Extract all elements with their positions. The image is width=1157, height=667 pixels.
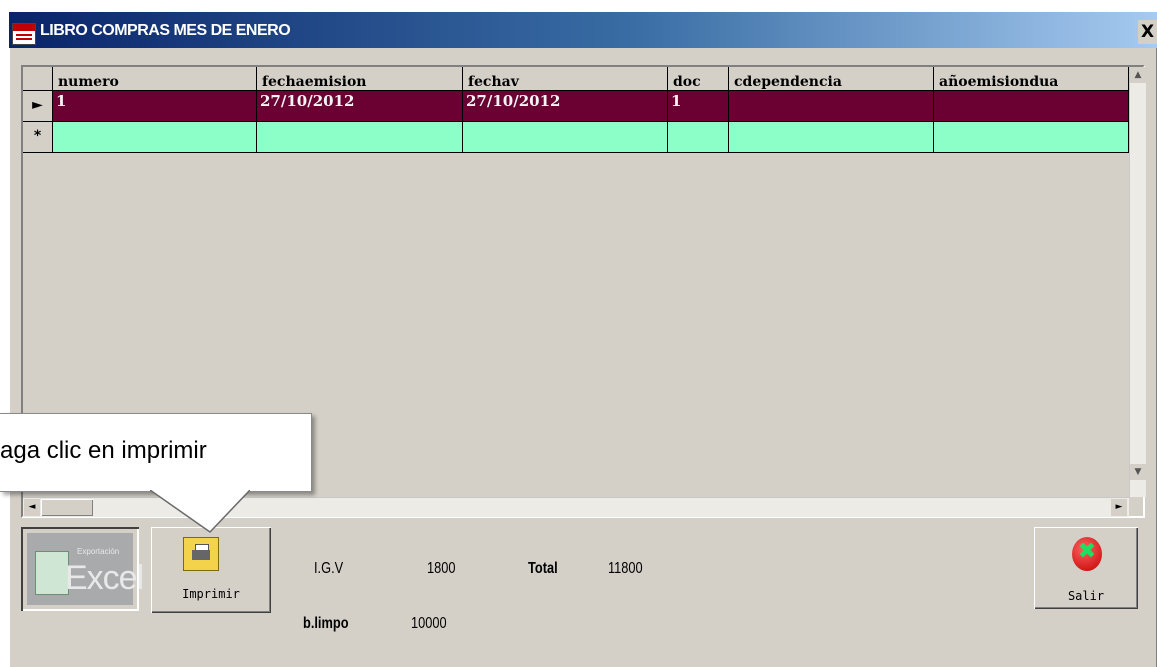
column-header-cdependencia[interactable]: cdependencia <box>729 67 934 91</box>
callout-pointer <box>150 490 250 533</box>
excel-icon: Exportación Excel <box>27 533 144 605</box>
print-button[interactable]: Imprimir <box>151 527 271 613</box>
excel-button-small-text: Exportación <box>77 547 120 556</box>
cell-doc[interactable]: 1 <box>668 91 729 122</box>
cell-fechav[interactable]: 27/10/2012 <box>463 91 668 122</box>
new-row[interactable]: * <box>23 122 1129 153</box>
printer-icon <box>183 537 219 571</box>
current-row-indicator[interactable]: ► <box>23 91 53 122</box>
new-cell[interactable] <box>257 122 463 153</box>
export-excel-button[interactable]: Exportación Excel <box>21 527 144 611</box>
column-header-anoemisiondua[interactable]: añoemisiondua <box>934 67 1129 91</box>
spreadsheet-icon <box>35 551 69 595</box>
close-button[interactable]: X <box>1138 20 1157 44</box>
new-cell[interactable] <box>934 122 1129 153</box>
bimpo-value: 10000 <box>411 615 447 632</box>
title-bar[interactable]: LIBRO COMPRAS MES DE ENERO X <box>9 12 1157 48</box>
exit-button[interactable]: ✖ Salir <box>1034 527 1138 609</box>
scroll-up-icon[interactable]: ▲ <box>1130 67 1146 83</box>
scroll-down-icon[interactable]: ▼ <box>1130 464 1146 480</box>
igv-value: 1800 <box>427 560 456 577</box>
scroll-left-icon[interactable]: ◄ <box>24 499 40 516</box>
exit-icon: ✖ <box>1072 537 1102 571</box>
cell-fechaemision[interactable]: 27/10/2012 <box>257 91 463 122</box>
window-title: LIBRO COMPRAS MES DE ENERO <box>40 22 291 39</box>
new-row-indicator[interactable]: * <box>23 122 53 153</box>
column-header-fechav[interactable]: fechav <box>463 67 668 91</box>
total-value: 11800 <box>608 560 643 577</box>
cell-numero[interactable]: 1 <box>53 91 257 122</box>
print-button-label: Imprimir <box>182 587 240 601</box>
header-indicator-cell <box>23 67 53 91</box>
grid-header: numero fechaemision fechav doc cdependen… <box>23 67 1129 91</box>
new-cell[interactable] <box>729 122 934 153</box>
table-row[interactable]: ► 1 27/10/2012 27/10/2012 1 <box>23 91 1129 122</box>
bimpo-label: b.limpo <box>303 615 349 632</box>
excel-button-label: Excel <box>65 559 144 597</box>
new-cell[interactable] <box>463 122 668 153</box>
callout-text: aga clic en imprimir <box>0 437 207 464</box>
horizontal-scroll-thumb[interactable] <box>41 499 93 516</box>
cell-anoemisiondua[interactable] <box>934 91 1129 122</box>
igv-label: I.G.V <box>314 560 344 577</box>
column-header-numero[interactable]: numero <box>53 67 257 91</box>
column-header-doc[interactable]: doc <box>668 67 729 91</box>
new-cell[interactable] <box>53 122 257 153</box>
cell-cdependencia[interactable] <box>729 91 934 122</box>
app-icon[interactable] <box>12 23 36 45</box>
new-cell[interactable] <box>668 122 729 153</box>
exit-button-label: Salir <box>1067 589 1105 603</box>
vertical-scrollbar[interactable]: ▲ ▼ <box>1129 67 1146 497</box>
column-header-fechaemision[interactable]: fechaemision <box>257 67 463 91</box>
total-label: Total <box>528 560 558 577</box>
scroll-right-icon[interactable]: ► <box>1111 499 1127 516</box>
main-window: LIBRO COMPRAS MES DE ENERO X numero fech… <box>9 12 1157 667</box>
tooltip-callout: aga clic en imprimir <box>0 413 312 492</box>
